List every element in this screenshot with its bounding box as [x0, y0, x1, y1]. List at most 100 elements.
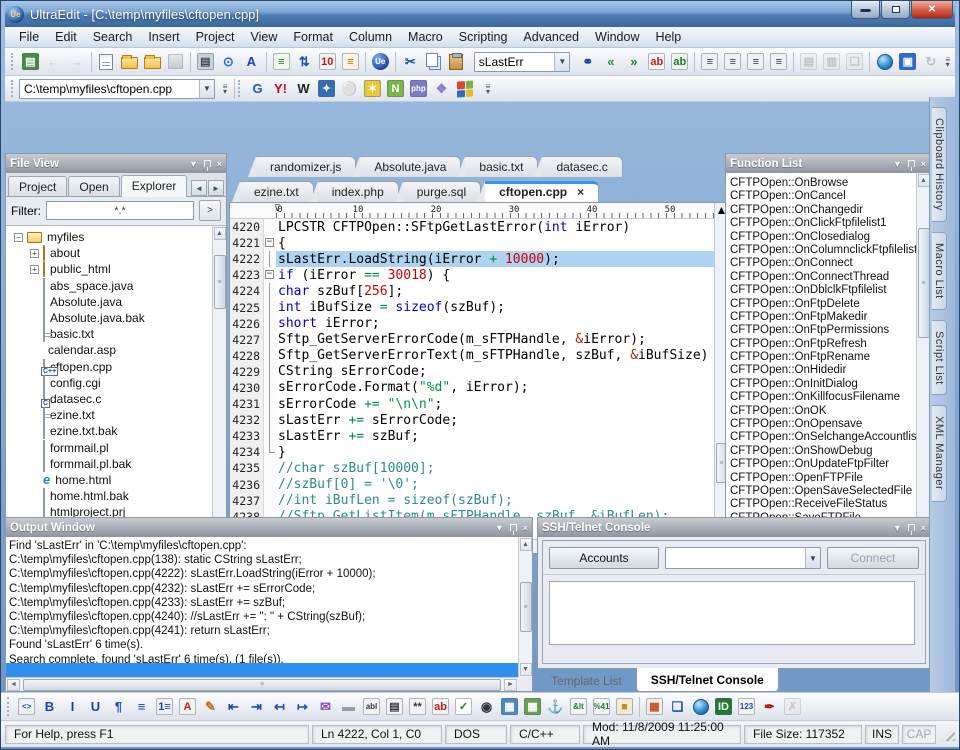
view-source-icon[interactable]: <>	[15, 696, 38, 718]
editor-tab-ezine-txt[interactable]: ezine.txt	[239, 181, 314, 202]
picture-icon[interactable]: ▦	[521, 696, 544, 718]
function-list-item[interactable]: CFTPOpen::ReceiveFileStatus	[730, 498, 930, 511]
toolbar-overflow-button[interactable]: ≡▾	[482, 84, 494, 94]
file-view-tab-project[interactable]: Project	[8, 176, 67, 196]
tree-item[interactable]: abs_space.java	[6, 278, 226, 294]
radio-button-icon[interactable]: ◉	[475, 696, 498, 718]
close-icon[interactable]: ×	[217, 159, 222, 169]
refresh-icon[interactable]: ↻	[919, 51, 942, 73]
underline-icon[interactable]: U	[84, 696, 107, 718]
align-center-icon[interactable]: ≡	[721, 51, 744, 73]
editor-tab-datasec-c[interactable]: datasec.c	[541, 156, 622, 177]
tree-item[interactable]: basic.txt	[6, 326, 226, 342]
close-button[interactable]: ✕	[911, 1, 953, 19]
italic-icon[interactable]: I	[61, 696, 84, 718]
scroll-up-icon[interactable]: ▲	[214, 227, 226, 240]
code-line[interactable]: 4226short iError;	[230, 316, 714, 332]
replace-in-files-icon[interactable]: ab	[668, 51, 691, 73]
ultraedit-home-icon[interactable]: Ue	[369, 51, 392, 73]
indent-increase-icon[interactable]: ⇥	[245, 696, 268, 718]
function-list-item[interactable]: CFTPOpen::OnColumnclickFtpfilelist	[730, 244, 930, 257]
chevron-down-icon[interactable]: ▼	[805, 548, 820, 568]
function-list-item[interactable]: CFTPOpen::OnFtpMakedir	[730, 311, 930, 324]
tile-vertical-icon[interactable]: ▥	[820, 51, 843, 73]
output-line[interactable]: C:\temp\myfiles\cftopen.cpp(4233): sLast…	[9, 597, 518, 611]
menu-macro[interactable]: Macro	[400, 28, 451, 46]
align-left-icon[interactable]: ≡	[698, 51, 721, 73]
php-site-icon[interactable]: php	[407, 78, 430, 100]
id-attribute-icon[interactable]: ID	[712, 696, 735, 718]
code-view[interactable]: 4220LPCSTR CFTPOpen::SFtpGetLastError(in…	[230, 219, 714, 539]
bullet-list-icon[interactable]: ≡	[130, 696, 153, 718]
function-list-item[interactable]: CFTPOpen::OnBrowse	[730, 177, 930, 190]
accounts-button[interactable]: Accounts	[549, 547, 659, 569]
menu-column[interactable]: Column	[341, 28, 400, 46]
stumbleupon-icon[interactable]: ✦	[315, 78, 338, 100]
menu-view[interactable]: View	[242, 28, 285, 46]
browser-globe-icon[interactable]	[873, 51, 896, 73]
html-entity-icon[interactable]: &lt	[567, 696, 590, 718]
file-path-combo[interactable]: C:\temp\myfiles\cftopen.cpp ▼	[19, 79, 215, 99]
web-check-icon[interactable]	[689, 696, 712, 718]
signature-icon[interactable]: ✒	[758, 696, 781, 718]
console-screen[interactable]	[549, 581, 915, 645]
tree-item[interactable]: −myfiles	[6, 229, 226, 245]
email-link-icon[interactable]: ✉	[314, 696, 337, 718]
function-list-item[interactable]: CFTPOpen::OpenFTPFile	[730, 472, 930, 485]
chevron-down-icon[interactable]: ▼	[554, 53, 569, 71]
tree-item[interactable]: +public_html	[6, 261, 226, 277]
char-convert-icon[interactable]: %41	[590, 696, 613, 718]
align-right-icon[interactable]: ≡	[744, 51, 767, 73]
scroll-thumb[interactable]: ≡	[520, 582, 532, 632]
function-list-item[interactable]: CFTPOpen::OnFtpPermissions	[730, 324, 930, 337]
code-line[interactable]: 4235//char szBuf[10000];	[230, 460, 714, 476]
code-line[interactable]: 4230sErrorCode.Format("%d", iError);	[230, 380, 714, 396]
function-list-item[interactable]: CFTPOpen::OnOpensave	[730, 418, 930, 431]
function-list-item[interactable]: CFTPOpen::OnInitDialog	[730, 378, 930, 391]
menu-file[interactable]: File	[11, 28, 47, 46]
netscape-icon[interactable]: N	[384, 78, 407, 100]
tree-item[interactable]: formmail.pl	[6, 439, 226, 455]
code-line[interactable]: 4229CString sErrorCode;	[230, 364, 714, 380]
output-vscrollbar[interactable]: ▲ ≡ ▼	[518, 537, 532, 677]
menu-insert[interactable]: Insert	[140, 28, 187, 46]
scroll-thumb[interactable]: ≡	[918, 228, 930, 338]
function-list-item[interactable]: CFTPOpen::OnChangedir	[730, 204, 930, 217]
code-line[interactable]: 4223−if (iError == 30018) {	[230, 267, 714, 283]
browser-view-icon[interactable]: ▣	[896, 51, 919, 73]
output-line[interactable]: C:\temp\myfiles\cftopen.cpp(4241): retur…	[9, 625, 518, 639]
chevron-down-icon[interactable]: ▼	[199, 80, 214, 98]
image-icon[interactable]: ▦	[498, 696, 521, 718]
editor-tab-index-php[interactable]: index.php	[317, 181, 399, 202]
collapse-icon[interactable]: −	[14, 233, 23, 242]
function-list-item[interactable]: CFTPOpen::OnDblclkFtpfilelist	[730, 284, 930, 297]
table-icon[interactable]: ▦	[643, 696, 666, 718]
scroll-up-icon[interactable]: ▲	[520, 538, 532, 551]
hand-site-icon[interactable]: ✶	[361, 78, 384, 100]
expand-icon[interactable]: +	[30, 249, 39, 258]
search-string-combo[interactable]: sLastErr ▼	[474, 52, 571, 72]
font-color-icon[interactable]: A	[176, 696, 199, 718]
expand-icon[interactable]: +	[30, 265, 39, 274]
tab-close-icon[interactable]: ×	[577, 185, 584, 199]
function-list-item[interactable]: CFTPOpen::OnOK	[730, 405, 930, 418]
function-list-vscrollbar[interactable]: ▲ ≡ ▼	[916, 173, 930, 553]
tab-scroll-right-icon[interactable]: ►	[208, 180, 224, 196]
template-list-icon[interactable]: ≡	[270, 51, 293, 73]
indent-text-icon[interactable]: ↦	[291, 696, 314, 718]
bottom-tab-template-list[interactable]: Template List	[537, 669, 636, 692]
open-file-icon[interactable]	[118, 51, 141, 73]
tree-item[interactable]: calendar.asp	[6, 342, 226, 358]
output-line[interactable]: C:\temp\myfiles\cftopen.cpp(4222): sLast…	[9, 568, 518, 582]
code-line[interactable]: 4228Sftp_GetServerErrorText(m_sFTPHandle…	[230, 348, 714, 364]
yahoo-icon[interactable]: Y!	[269, 78, 292, 100]
filter-input[interactable]: *.*	[46, 201, 194, 220]
clear-formatting-icon[interactable]: ✗	[781, 696, 804, 718]
scroll-left-icon[interactable]: ◄	[7, 679, 20, 691]
copy-rows-icon[interactable]: ❏	[666, 696, 689, 718]
toolbar-overflow-button[interactable]: ≡▾	[942, 57, 953, 67]
find-next-icon[interactable]: »	[622, 51, 645, 73]
output-line[interactable]: Found 'sLastErr' 6 time(s).	[9, 639, 518, 653]
tree-item[interactable]: formmail.pl.bak	[6, 456, 226, 472]
tab-scroll-left-icon[interactable]: ◄	[191, 180, 207, 196]
